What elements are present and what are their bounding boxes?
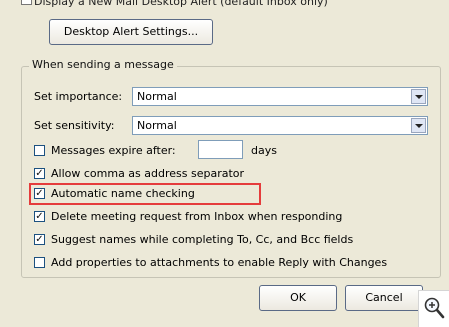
magnifier-plus-graphic xyxy=(424,297,445,319)
cancel-button[interactable]: Cancel xyxy=(345,285,423,311)
outlook-options-dialog: Display a New Mail Desktop Alert (defaul… xyxy=(0,0,449,327)
desktop-alert-settings-button[interactable]: Desktop Alert Settings... xyxy=(49,19,213,45)
suggest-names-label: Suggest names while completing To, Cc, a… xyxy=(51,233,354,246)
sensitivity-label: Set sensitivity: xyxy=(34,119,115,132)
group-legend: When sending a message xyxy=(29,58,177,71)
comma-separator-checkbox[interactable]: ✓ xyxy=(34,168,45,179)
expire-days-input[interactable] xyxy=(198,140,243,159)
chevron-down-icon[interactable] xyxy=(411,118,426,133)
messages-expire-checkbox[interactable] xyxy=(34,145,45,156)
importance-value: Normal xyxy=(137,90,177,103)
importance-select[interactable]: Normal xyxy=(132,87,428,106)
delete-meeting-request-label: Delete meeting request from Inbox when r… xyxy=(51,210,343,223)
delete-meeting-request-checkbox[interactable]: ✓ xyxy=(34,211,45,222)
suggest-names-checkbox[interactable]: ✓ xyxy=(34,234,45,245)
automatic-name-checking-label: Automatic name checking xyxy=(51,187,195,200)
sensitivity-value: Normal xyxy=(137,119,177,132)
attachment-properties-label: Add properties to attachments to enable … xyxy=(51,256,388,269)
new-mail-alert-checkbox[interactable] xyxy=(21,0,32,5)
attachment-properties-checkbox[interactable] xyxy=(34,257,45,268)
chevron-down-icon[interactable] xyxy=(411,89,426,104)
days-label: days xyxy=(251,144,277,157)
importance-label: Set importance: xyxy=(34,90,123,103)
messages-expire-label: Messages expire after: xyxy=(51,144,176,157)
new-mail-alert-checkbox-row[interactable]: Display a New Mail Desktop Alert (defaul… xyxy=(21,0,328,8)
ok-button[interactable]: OK xyxy=(259,285,337,311)
zoom-in-icon[interactable] xyxy=(418,290,449,327)
comma-separator-label: Allow comma as address separator xyxy=(51,167,245,180)
new-mail-alert-label: Display a New Mail Desktop Alert (defaul… xyxy=(34,0,328,8)
automatic-name-checking-checkbox[interactable]: ✓ xyxy=(34,188,45,199)
sensitivity-select[interactable]: Normal xyxy=(132,116,428,135)
